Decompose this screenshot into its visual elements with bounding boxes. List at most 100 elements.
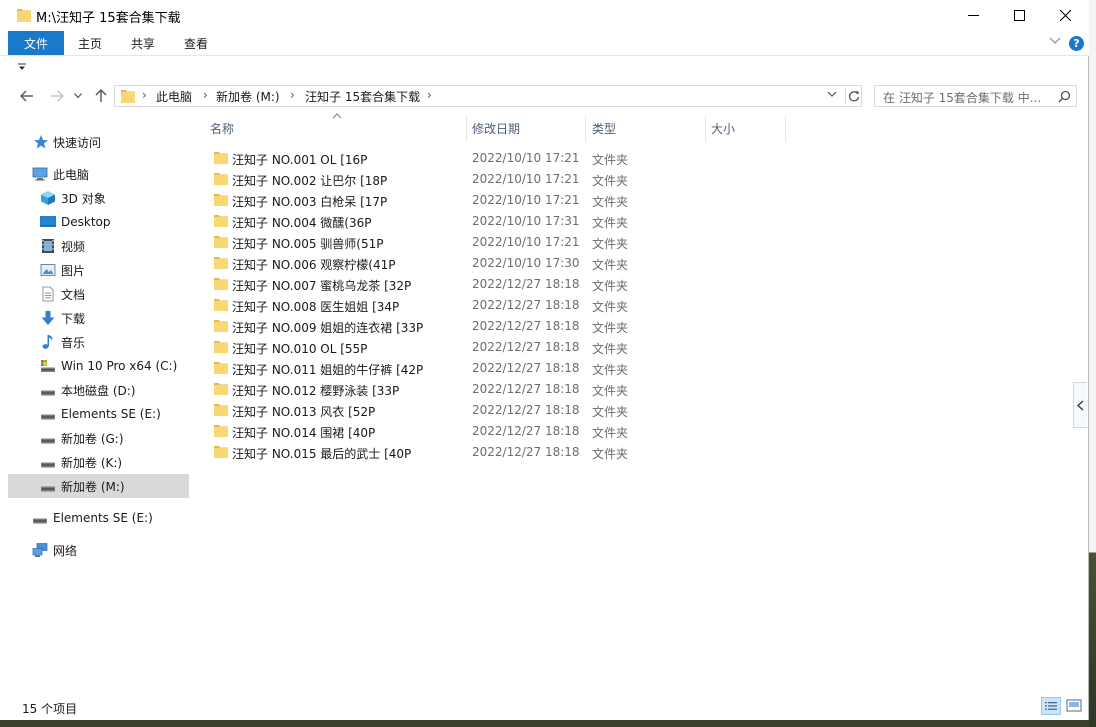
sidebar-item-drive-m[interactable]: 新加卷 (M:) (8, 474, 189, 498)
back-button[interactable] (16, 86, 38, 106)
close-button[interactable] (1042, 0, 1088, 31)
tab-file[interactable]: 文件 (8, 31, 64, 55)
table-row[interactable]: 汪知子 NO.004 微醺(36P 2022/10/10 17:31 文件夹 (210, 211, 650, 232)
address-history-dropdown-icon[interactable] (827, 91, 837, 98)
column-header-name[interactable]: 名称 (210, 113, 462, 143)
table-row[interactable]: 汪知子 NO.013 风衣 [52P 2022/12/27 18:18 文件夹 (210, 400, 650, 421)
folder-icon (214, 152, 228, 164)
tab-view[interactable]: 查看 (184, 31, 208, 55)
breadcrumb-separator[interactable]: › (142, 88, 147, 102)
sidebar-item-3d-objects[interactable]: 3D 对象 (8, 186, 189, 210)
chevron-down-icon (74, 93, 82, 99)
sidebar-item-label: 网络 (53, 543, 78, 558)
desktop-background (1089, 0, 1096, 727)
ribbon-divider (0, 55, 1089, 56)
sidebar-item-network[interactable]: 网络 (8, 538, 189, 562)
table-row[interactable]: 汪知子 NO.012 樱野泳装 [33P 2022/12/27 18:18 文件夹 (210, 379, 650, 400)
breadcrumb-drive-m[interactable]: 新加卷 (M:) (216, 88, 280, 105)
sidebar-item-videos[interactable]: 视频 (8, 234, 189, 258)
sidebar-item-desktop[interactable]: Desktop (8, 210, 189, 234)
sidebar-item-drive-g[interactable]: 新加卷 (G:) (8, 426, 189, 450)
search-icon[interactable] (1058, 90, 1071, 103)
file-list: 名称 修改日期 类型 大小 汪知子 NO.001 OL [16P 2022/10/… (198, 113, 1083, 693)
file-type: 文件夹 (592, 426, 629, 440)
details-view-button[interactable] (1041, 697, 1061, 715)
sidebar-item-pictures[interactable]: 图片 (8, 258, 189, 282)
folder-icon (214, 320, 228, 332)
breadcrumb-separator[interactable]: › (427, 88, 432, 102)
breadcrumb-this-pc[interactable]: 此电脑 (156, 88, 192, 105)
recent-locations-button[interactable] (70, 86, 86, 106)
expand-ribbon-icon[interactable] (1049, 37, 1061, 45)
refresh-icon[interactable] (845, 88, 862, 104)
breadcrumb-separator[interactable]: › (290, 88, 295, 102)
table-row[interactable]: 汪知子 NO.003 白枪呆 [17P 2022/10/10 17:21 文件夹 (210, 190, 650, 211)
file-date: 2022/12/27 18:18 (472, 319, 580, 333)
minimize-button[interactable] (950, 0, 996, 31)
file-type: 文件夹 (592, 384, 629, 398)
file-name: 汪知子 NO.009 姐姐的连衣裙 [33P (232, 321, 424, 335)
column-separator[interactable] (785, 116, 786, 142)
sidebar-item-documents[interactable]: 文档 (8, 282, 189, 306)
table-row[interactable]: 汪知子 NO.005 驯兽师(51P 2022/10/10 17:21 文件夹 (210, 232, 650, 253)
column-header-date[interactable]: 修改日期 (472, 113, 582, 143)
large-icons-view-button[interactable] (1064, 697, 1084, 715)
up-button[interactable] (90, 86, 112, 106)
sidebar-item-label: Elements SE (E:) (53, 511, 153, 525)
file-name: 汪知子 NO.014 围裙 [40P (232, 426, 376, 440)
sidebar-item-downloads[interactable]: 下载 (8, 306, 189, 330)
table-row[interactable]: 汪知子 NO.009 姐姐的连衣裙 [33P 2022/12/27 18:18 文件… (210, 316, 650, 337)
file-type: 文件夹 (592, 258, 629, 272)
search-box[interactable]: 在 汪知子 15套合集下载 中... (874, 85, 1077, 107)
arrow-left-icon (20, 90, 33, 102)
status-bar: 15 个项目 (0, 696, 1089, 720)
sidebar-item-quick-access[interactable]: 快速访问 (8, 130, 189, 154)
table-row[interactable]: 汪知子 NO.014 围裙 [40P 2022/12/27 18:18 文件夹 (210, 421, 650, 442)
column-header-size[interactable]: 大小 (711, 113, 781, 143)
tab-share[interactable]: 共享 (131, 31, 155, 55)
details-pane-toggle[interactable] (1073, 382, 1087, 428)
file-name: 汪知子 NO.006 观察柠檬(41P (232, 258, 396, 272)
file-name: 汪知子 NO.004 微醺(36P (232, 216, 372, 230)
music-icon (42, 335, 53, 349)
table-row[interactable]: 汪知子 NO.011 姐姐的牛仔裤 [42P 2022/12/27 18:18 文件… (210, 358, 650, 379)
sidebar-item-drive-c[interactable]: Win 10 Pro x64 (C:) (8, 354, 189, 378)
table-row[interactable]: 汪知子 NO.001 OL [16P 2022/10/10 17:21 文件夹 (210, 148, 650, 169)
table-row[interactable]: 汪知子 NO.015 最后的武士 [40P 2022/12/27 18:18 文件夹 (210, 442, 650, 463)
tab-home[interactable]: 主页 (78, 31, 102, 55)
column-separator[interactable] (466, 116, 467, 142)
table-row[interactable]: 汪知子 NO.006 观察柠檬(41P 2022/10/10 17:30 文件夹 (210, 253, 650, 274)
help-icon[interactable]: ? (1069, 36, 1084, 51)
column-separator[interactable] (585, 116, 586, 142)
sidebar-item-drive-e[interactable]: Elements SE (E:) (8, 402, 189, 426)
address-bar[interactable]: › 此电脑 › 新加卷 (M:) › 汪知子 15套合集下载 › (114, 85, 862, 107)
table-row[interactable]: 汪知子 NO.008 医生姐姐 [34P 2022/12/27 18:18 文件夹 (210, 295, 650, 316)
folder-icon (214, 383, 228, 395)
table-row[interactable]: 汪知子 NO.010 OL [55P 2022/12/27 18:18 文件夹 (210, 337, 650, 358)
title-bar[interactable]: M:\汪知子 15套合集下载 (0, 0, 1089, 31)
sidebar-item-label: 本地磁盘 (D:) (61, 383, 136, 398)
maximize-button[interactable] (996, 0, 1042, 31)
column-header-type[interactable]: 类型 (592, 113, 702, 143)
file-date: 2022/12/27 18:18 (472, 445, 580, 459)
breadcrumb-current-folder[interactable]: 汪知子 15套合集下载 (305, 88, 420, 105)
file-date: 2022/10/10 17:21 (472, 193, 580, 207)
forward-button[interactable] (46, 86, 68, 106)
file-date: 2022/12/27 18:18 (472, 340, 580, 354)
breadcrumb-separator[interactable]: › (203, 88, 208, 102)
quick-access-toolbar-icon[interactable] (17, 63, 27, 71)
sidebar-item-drive-k[interactable]: 新加卷 (K:) (8, 450, 189, 474)
file-explorer-window: M:\汪知子 15套合集下载 文件 主页 共享 查看 ? › 此电脑 › 新加卷… (0, 0, 1089, 720)
table-row[interactable]: 汪知子 NO.007 蜜桃乌龙茶 [32P 2022/12/27 18:18 文件夹 (210, 274, 650, 295)
folder-icon (214, 299, 228, 311)
table-row[interactable]: 汪知子 NO.002 让巴尔 [18P 2022/10/10 17:21 文件夹 (210, 169, 650, 190)
sidebar-item-drive-d[interactable]: 本地磁盘 (D:) (8, 378, 189, 402)
sidebar-item-external-drive-e[interactable]: Elements SE (E:) (8, 506, 189, 530)
drive-icon (41, 414, 55, 420)
sidebar-item-music[interactable]: 音乐 (8, 330, 189, 354)
sidebar-item-this-pc[interactable]: 此电脑 (8, 162, 189, 186)
search-input[interactable]: 在 汪知子 15套合集下载 中... (883, 89, 1041, 106)
file-name: 汪知子 NO.001 OL [16P (232, 153, 368, 167)
column-separator[interactable] (705, 116, 706, 142)
folder-icon (214, 425, 228, 437)
